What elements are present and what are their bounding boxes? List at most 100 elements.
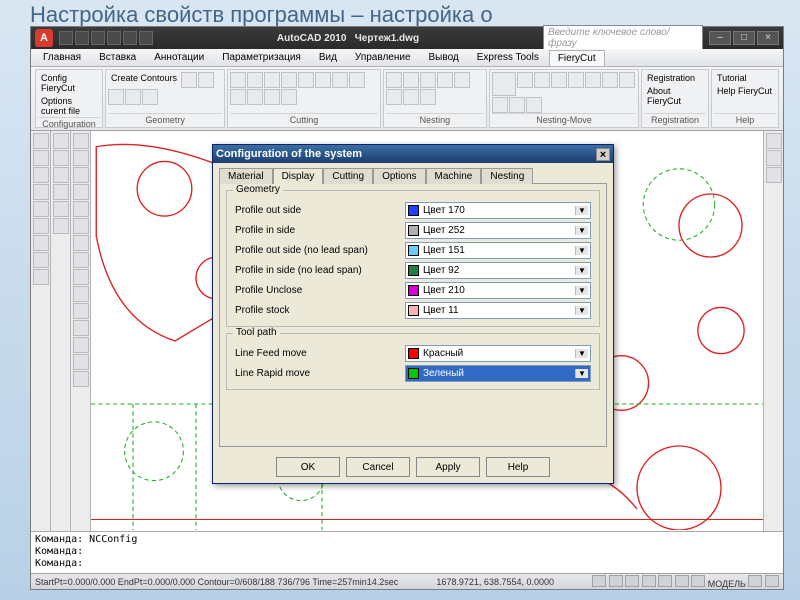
minimize-button[interactable]: – (709, 31, 731, 45)
tl3-12[interactable] (73, 320, 89, 336)
tab-annotacii[interactable]: Аннотации (146, 50, 212, 65)
tl3-14[interactable] (73, 354, 89, 370)
tl3-2[interactable] (73, 150, 89, 166)
sb-icon-2[interactable] (609, 575, 623, 587)
tl1-9[interactable] (33, 269, 49, 285)
tl3-15[interactable] (73, 371, 89, 387)
cut-icon-6[interactable] (315, 72, 331, 88)
dialog-ok-button[interactable]: OK (276, 457, 340, 477)
cut-icon-9[interactable] (230, 89, 246, 105)
dialog-help-button[interactable]: Help (486, 457, 550, 477)
nest-icon-6[interactable] (386, 89, 402, 105)
cut-icon-12[interactable] (281, 89, 297, 105)
nest-icon-4[interactable] (437, 72, 453, 88)
nest-icon-1[interactable] (386, 72, 402, 88)
tl1-6[interactable] (33, 218, 49, 234)
geom-icon-3[interactable] (108, 89, 124, 105)
cut-icon-2[interactable] (247, 72, 263, 88)
tl3-13[interactable] (73, 337, 89, 353)
sb-icon-7[interactable] (691, 575, 705, 587)
tl1-3[interactable] (33, 167, 49, 183)
cut-icon-7[interactable] (332, 72, 348, 88)
cut-icon-5[interactable] (298, 72, 314, 88)
nmove-icon-3[interactable] (551, 72, 567, 88)
tr-2[interactable] (766, 150, 782, 166)
combo-profile-unclose[interactable]: Цвет 210▼ (405, 282, 591, 299)
dtab-options[interactable]: Options (373, 168, 425, 184)
tl3-8[interactable] (73, 252, 89, 268)
tl2-1[interactable] (53, 133, 69, 149)
btn-tutorial[interactable]: Tutorial (714, 72, 775, 84)
dtab-display[interactable]: Display (273, 168, 324, 184)
save-icon[interactable] (91, 31, 105, 45)
tl3-1[interactable] (73, 133, 89, 149)
combo-profile-stock[interactable]: Цвет 11▼ (405, 302, 591, 319)
combo-profile-in-no-lead[interactable]: Цвет 92▼ (405, 262, 591, 279)
geom-icon-2[interactable] (198, 72, 214, 88)
combo-line-feed-move[interactable]: Красный▼ (405, 345, 591, 362)
tl1-8[interactable] (33, 252, 49, 268)
close-button[interactable]: × (757, 31, 779, 45)
tr-1[interactable] (766, 133, 782, 149)
dtab-material[interactable]: Material (219, 168, 273, 184)
tl1-4[interactable] (33, 184, 49, 200)
tab-fierycut[interactable]: FieryCut (549, 50, 605, 66)
tl2-6[interactable] (53, 218, 69, 234)
combo-profile-out-side[interactable]: Цвет 170▼ (405, 202, 591, 219)
btn-options-curent-file[interactable]: Options curent file (38, 95, 100, 117)
tab-vyvod[interactable]: Вывод (421, 50, 467, 65)
tl1-1[interactable] (33, 133, 49, 149)
sb-icon-3[interactable] (625, 575, 639, 587)
nest-icon-8[interactable] (420, 89, 436, 105)
nmove-icon-6[interactable] (602, 72, 618, 88)
btn-help-fierycut[interactable]: Help FieryCut (714, 85, 775, 97)
nmove-icon-10[interactable] (526, 97, 542, 113)
print-icon[interactable] (139, 31, 153, 45)
search-input[interactable]: Введите ключевое слово/фразу (543, 25, 703, 51)
dialog-cancel-button[interactable]: Cancel (346, 457, 410, 477)
tab-vid[interactable]: Вид (311, 50, 345, 65)
open-icon[interactable] (75, 31, 89, 45)
new-icon[interactable] (59, 31, 73, 45)
tab-parametrizaciya[interactable]: Параметризация (214, 50, 309, 65)
nmove-icon-5[interactable] (585, 72, 601, 88)
sb-icon-6[interactable] (675, 575, 689, 587)
tl2-3[interactable] (53, 167, 69, 183)
app-logo-icon[interactable]: A (35, 29, 53, 47)
nmove-icon-1[interactable] (517, 72, 533, 88)
tl3-6[interactable] (73, 218, 89, 234)
combo-profile-out-no-lead[interactable]: Цвет 151▼ (405, 242, 591, 259)
tl1-2[interactable] (33, 150, 49, 166)
tl2-4[interactable] (53, 184, 69, 200)
combo-line-rapid-move[interactable]: Зеленый▼ (405, 365, 591, 382)
sb-icon-1[interactable] (592, 575, 606, 587)
cut-icon-1[interactable] (230, 72, 246, 88)
tl3-3[interactable] (73, 167, 89, 183)
geom-icon-4[interactable] (125, 89, 141, 105)
tab-upravlenie[interactable]: Управление (347, 50, 419, 65)
status-model[interactable]: МОДЕЛЬ (708, 579, 746, 589)
dialog-apply-button[interactable]: Apply (416, 457, 480, 477)
move-icon-big[interactable] (492, 72, 516, 96)
dtab-cutting[interactable]: Cutting (323, 168, 373, 184)
maximize-button[interactable]: □ (733, 31, 755, 45)
nest-icon-2[interactable] (403, 72, 419, 88)
nmove-icon-2[interactable] (534, 72, 550, 88)
cut-icon-10[interactable] (247, 89, 263, 105)
geom-icon-5[interactable] (142, 89, 158, 105)
cut-icon-3[interactable] (264, 72, 280, 88)
geom-icon-1[interactable] (181, 72, 197, 88)
cut-icon-11[interactable] (264, 89, 280, 105)
dialog-close-button[interactable]: × (596, 148, 610, 161)
tl1-7[interactable] (33, 235, 49, 251)
btn-about-fierycut[interactable]: About FieryCut (644, 85, 706, 107)
dtab-nesting[interactable]: Nesting (481, 168, 533, 184)
tl3-10[interactable] (73, 286, 89, 302)
tr-3[interactable] (766, 167, 782, 183)
command-line[interactable]: Команда: NCConfig Команда: Команда: (31, 531, 783, 573)
tl3-7[interactable] (73, 235, 89, 251)
nest-icon-5[interactable] (454, 72, 470, 88)
tab-glavnaya[interactable]: Главная (35, 50, 89, 65)
sb-icon-4[interactable] (642, 575, 656, 587)
nmove-icon-8[interactable] (492, 97, 508, 113)
